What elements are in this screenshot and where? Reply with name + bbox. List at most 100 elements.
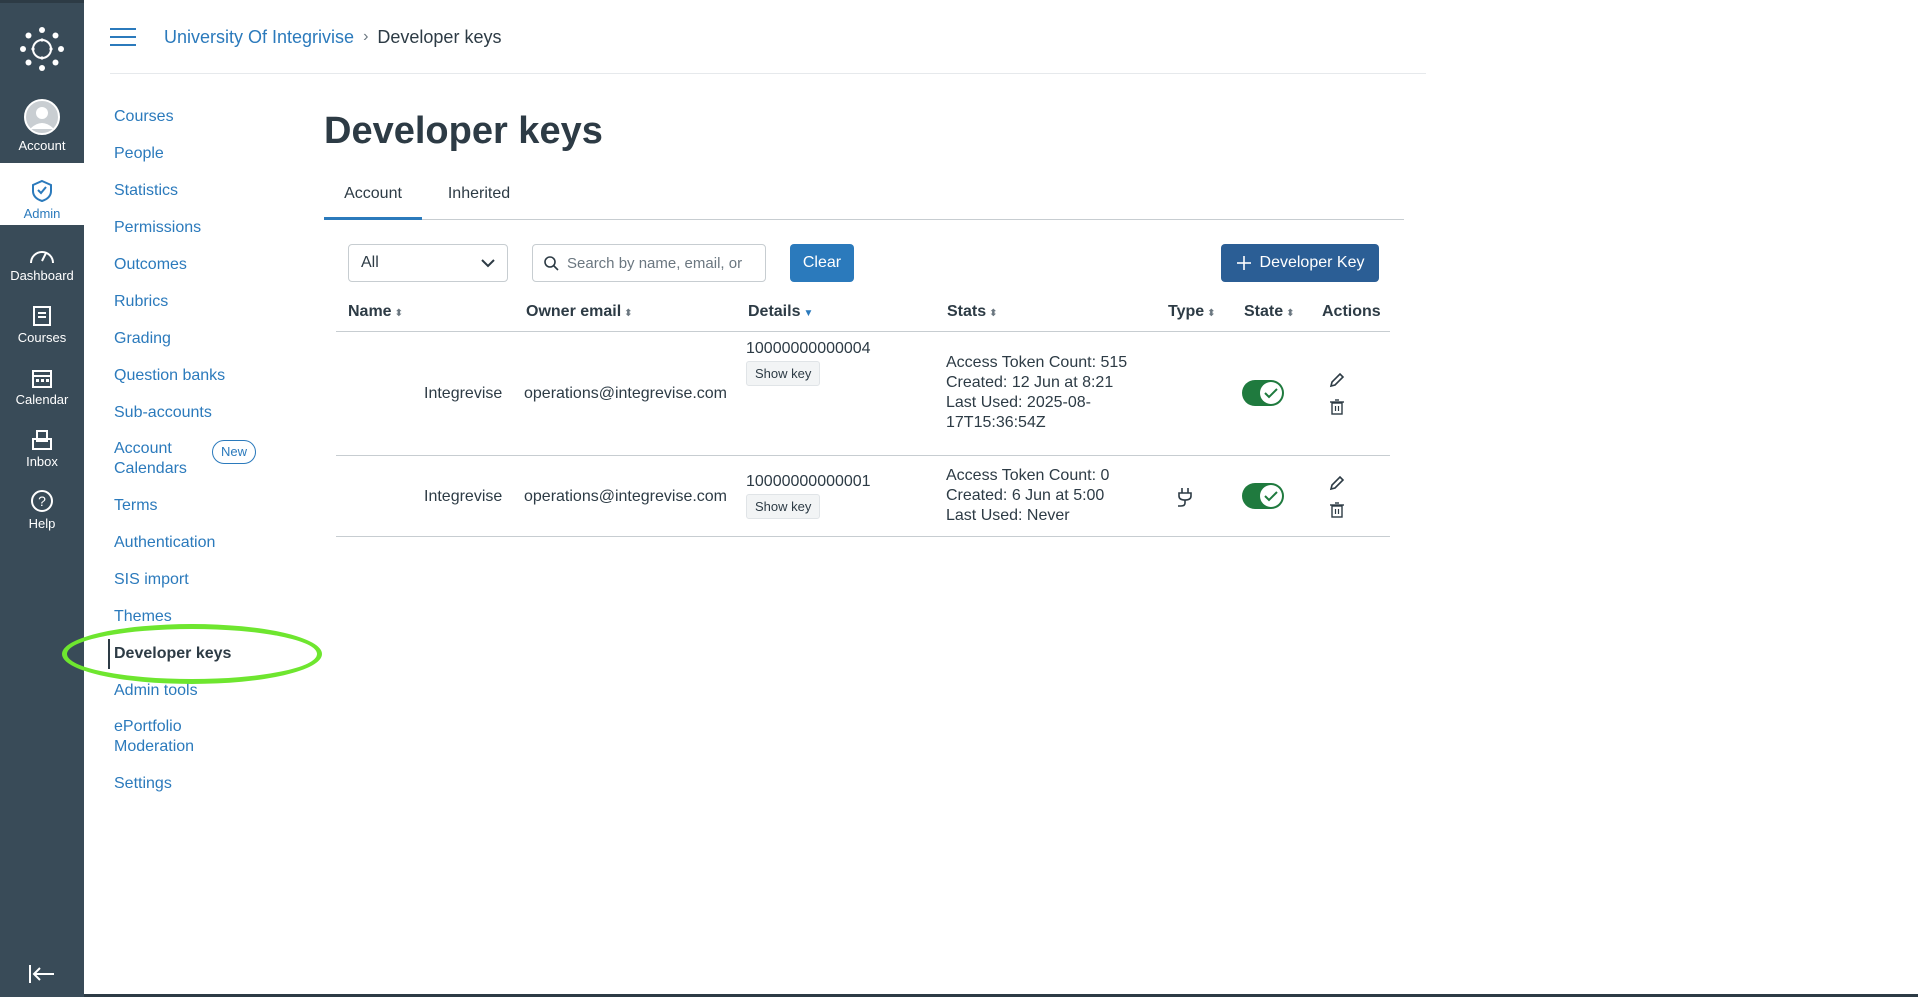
add-developer-key-label: Developer Key xyxy=(1259,254,1365,271)
section-nav-question-banks[interactable]: Question banks xyxy=(114,365,324,386)
key-stats-last-used: Last Used: 2025-08- xyxy=(946,394,1091,411)
column-header-owner-email-label: Owner email xyxy=(526,303,622,320)
section-nav-developer-keys[interactable]: Developer keys xyxy=(108,639,324,669)
clear-button[interactable]: Clear xyxy=(790,244,854,282)
trash-icon[interactable] xyxy=(1328,501,1346,519)
add-developer-key-button[interactable]: Developer Key xyxy=(1221,244,1379,282)
section-nav-themes[interactable]: Themes xyxy=(114,606,324,627)
canvas-logo-icon[interactable] xyxy=(18,25,66,73)
edit-pencil-icon[interactable] xyxy=(1328,371,1346,389)
global-nav-account[interactable]: Account xyxy=(0,97,84,157)
shield-icon xyxy=(32,179,52,203)
section-nav-sub-accounts[interactable]: Sub-accounts xyxy=(114,402,324,423)
global-nav-calendar[interactable]: Calendar xyxy=(0,349,84,411)
section-nav-grading[interactable]: Grading xyxy=(114,328,324,349)
column-header-details[interactable]: Details ▼ xyxy=(748,303,813,321)
chevron-right-icon: › xyxy=(363,28,369,45)
state-toggle[interactable] xyxy=(1242,483,1284,509)
section-nav-terms[interactable]: Terms xyxy=(114,495,324,516)
section-nav-admin-tools[interactable]: Admin tools xyxy=(114,680,324,701)
search-field[interactable] xyxy=(532,244,766,282)
key-id: 10000000000004 xyxy=(746,340,871,357)
dashboard-icon xyxy=(30,251,54,264)
column-header-type[interactable]: Type ⬍ xyxy=(1168,303,1216,321)
search-input[interactable] xyxy=(567,254,747,272)
row-divider xyxy=(336,455,1390,456)
section-nav-eportfolio-line1: ePortfolio xyxy=(114,718,182,735)
column-header-name-label: Name xyxy=(348,303,392,320)
calendar-icon xyxy=(32,370,52,388)
key-stats-created: Created: 12 Jun at 8:21 xyxy=(946,374,1114,391)
tab-inherited[interactable]: Inherited xyxy=(434,180,524,220)
show-key-button[interactable]: Show key xyxy=(746,361,821,386)
section-nav-outcomes[interactable]: Outcomes xyxy=(114,254,324,275)
breadcrumb-current: Developer keys xyxy=(377,26,502,47)
show-key-button[interactable]: Show key xyxy=(746,494,821,519)
section-nav-people[interactable]: People xyxy=(114,143,324,164)
global-nav-dashboard[interactable]: Dashboard xyxy=(0,225,84,287)
section-nav-authentication[interactable]: Authentication xyxy=(114,532,324,553)
collapse-nav-icon[interactable] xyxy=(28,963,56,985)
plus-icon xyxy=(1236,256,1251,270)
key-id: 10000000000001 xyxy=(746,473,871,490)
section-nav-eportfolio-line2: Moderation xyxy=(114,738,195,755)
key-stats-last-used-cont: 17T15:36:54Z xyxy=(946,414,1046,431)
global-nav-admin-label: Admin xyxy=(23,206,61,221)
section-nav: Courses People Statistics Permissions Ou… xyxy=(108,106,324,810)
global-nav-admin[interactable]: Admin xyxy=(0,163,84,225)
search-icon xyxy=(544,256,559,271)
sort-descending-icon: ▼ xyxy=(803,308,814,319)
state-toggle[interactable] xyxy=(1242,380,1284,406)
filter-select-value: All xyxy=(361,254,379,271)
row-divider xyxy=(336,536,1390,537)
key-stats-token-count: Access Token Count: 0 xyxy=(946,467,1110,484)
table-header-divider xyxy=(336,331,1390,332)
section-nav-account-calendars-line1: Account xyxy=(114,440,172,457)
global-nav-courses-label: Courses xyxy=(17,330,67,345)
edit-pencil-icon[interactable] xyxy=(1328,474,1346,492)
global-nav-inbox[interactable]: Inbox xyxy=(0,411,84,473)
column-header-owner-email[interactable]: Owner email ⬍ xyxy=(526,303,633,321)
breadcrumb-root-link[interactable]: University Of Integrivise xyxy=(164,27,354,48)
avatar-icon xyxy=(24,99,60,135)
chevron-down-icon xyxy=(481,259,495,268)
sort-icon: ⬍ xyxy=(989,308,998,319)
column-header-stats[interactable]: Stats ⬍ xyxy=(947,303,998,321)
page-title: Developer keys xyxy=(324,110,603,152)
column-header-state[interactable]: State ⬍ xyxy=(1244,303,1295,321)
global-nav-dashboard-label: Dashboard xyxy=(10,268,74,283)
key-stats-last-used: Last Used: Never xyxy=(946,507,1070,524)
section-nav-eportfolio-moderation[interactable]: ePortfolio Moderation xyxy=(114,717,324,757)
section-nav-courses[interactable]: Courses xyxy=(114,106,324,127)
new-badge: New xyxy=(212,440,257,464)
tab-list: Account Inherited xyxy=(324,180,1404,220)
section-nav-account-calendars[interactable]: Account Calendars New xyxy=(114,439,324,479)
global-nav-inbox-label: Inbox xyxy=(26,454,58,469)
column-header-name[interactable]: Name ⬍ xyxy=(348,303,403,321)
key-name: Integrevise xyxy=(424,488,503,505)
header-divider xyxy=(110,73,1426,74)
section-nav-settings[interactable]: Settings xyxy=(114,773,324,794)
check-icon xyxy=(1260,485,1282,507)
column-header-actions: Actions xyxy=(1322,303,1381,320)
section-nav-permissions[interactable]: Permissions xyxy=(114,217,324,238)
section-nav-statistics[interactable]: Statistics xyxy=(114,180,324,201)
section-nav-rubrics[interactable]: Rubrics xyxy=(114,291,324,312)
breadcrumb: University Of Integrivise › Developer ke… xyxy=(110,22,501,52)
svg-text:?: ? xyxy=(38,493,46,509)
key-stats: Access Token Count: 515 Created: 12 Jun … xyxy=(946,353,1127,433)
global-nav-help[interactable]: ? Help xyxy=(0,473,84,535)
sort-icon: ⬍ xyxy=(1207,308,1216,319)
global-nav-help-label: Help xyxy=(28,516,56,531)
section-nav-sis-import[interactable]: SIS import xyxy=(114,569,324,590)
tab-account[interactable]: Account xyxy=(324,180,422,220)
section-nav-account-calendars-line2: Calendars xyxy=(114,460,187,477)
hamburger-menu-icon[interactable] xyxy=(110,28,136,46)
column-header-stats-label: Stats xyxy=(947,303,987,320)
filter-select[interactable]: All xyxy=(348,244,508,282)
global-nav-courses[interactable]: Courses xyxy=(0,287,84,349)
check-icon xyxy=(1260,382,1282,404)
key-stats: Access Token Count: 0 Created: 6 Jun at … xyxy=(946,466,1109,526)
inbox-icon xyxy=(32,430,52,450)
trash-icon[interactable] xyxy=(1328,398,1346,416)
